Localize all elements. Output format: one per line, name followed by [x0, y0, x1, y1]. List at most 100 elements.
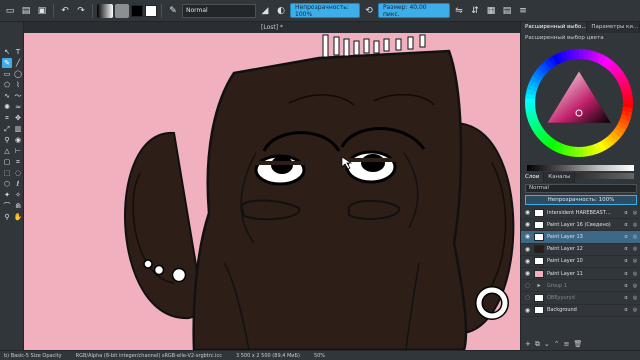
multibrush-icon[interactable]: ✺: [2, 102, 12, 112]
layer-row[interactable]: ◉ Paint Layer 12 α ◎: [521, 244, 640, 256]
layer-name[interactable]: Paint Layer 12: [547, 246, 620, 252]
layer-name[interactable]: Paint Layer 10: [547, 258, 620, 264]
gradient-tool-icon[interactable]: ▥: [13, 124, 23, 134]
hue-segment[interactable]: [574, 49, 580, 60]
magnetic-select-icon[interactable]: ⋒: [13, 201, 23, 211]
reference-tool-icon[interactable]: ▢: [2, 157, 12, 167]
duplicate-layer-icon[interactable]: ⧉: [535, 340, 540, 349]
mirror-vertical-icon[interactable]: ⇵: [468, 4, 482, 18]
layer-name[interactable]: OBEyyuryd: [547, 295, 620, 301]
opacity-slider[interactable]: Непрозрачность: 100%: [290, 3, 360, 18]
polyline-tool-icon[interactable]: ⌇: [13, 80, 23, 90]
layer-row[interactable]: ◉ Paint Layer 10 α ◎: [521, 256, 640, 268]
save-icon[interactable]: ▣: [35, 4, 49, 18]
layer-properties-icon[interactable]: ≡: [564, 340, 570, 348]
layer-name[interactable]: Paint Layer 13: [547, 234, 620, 240]
hue-segment[interactable]: [622, 98, 633, 104]
document-tab[interactable]: [Lost] *: [24, 22, 520, 33]
eye-icon[interactable]: ◉: [524, 307, 531, 314]
eye-icon[interactable]: ◉: [524, 246, 531, 253]
layer-name[interactable]: Background: [547, 307, 620, 313]
eye-icon[interactable]: ◉: [524, 258, 531, 265]
eye-closed-icon[interactable]: ○: [524, 294, 531, 301]
tab-layers[interactable]: Слои: [521, 172, 545, 183]
brush-preset-icon[interactable]: ✎: [166, 4, 180, 18]
layer-name[interactable]: Paint Layer 11: [547, 271, 620, 277]
ellipse-select-icon[interactable]: ◌: [13, 168, 23, 178]
lock-alpha-icon[interactable]: ◐: [274, 4, 288, 18]
layer-name[interactable]: Intersident HAREBEAST…: [547, 210, 620, 216]
layer-row[interactable]: ◉ Paint Layer 13 α ◎: [521, 231, 640, 244]
move-tool-icon[interactable]: ✥: [13, 113, 23, 123]
layer-row[interactable]: ◉ Paint Layer 11 α ◎: [521, 268, 640, 281]
eye-icon[interactable]: ◉: [524, 209, 531, 216]
zoom-tool-icon[interactable]: ⚲: [2, 212, 12, 222]
rect-select-icon[interactable]: ⬚: [2, 168, 12, 178]
wrap-around-icon[interactable]: ▤: [500, 4, 514, 18]
layer-name[interactable]: Group 1: [547, 283, 620, 289]
workspace-icon[interactable]: ▦: [484, 4, 498, 18]
measure-tool-icon[interactable]: ⊢: [13, 146, 23, 156]
mirror-horizontal-icon[interactable]: ⇋: [452, 4, 466, 18]
freehand-brush-icon[interactable]: ✎: [2, 58, 12, 68]
polygon-select-icon[interactable]: ⬡: [2, 179, 12, 189]
freehand-path-icon[interactable]: 〜: [13, 91, 23, 101]
eye-icon[interactable]: ◉: [524, 221, 531, 228]
color-picker-icon[interactable]: ⚲: [2, 135, 12, 145]
layer-row[interactable]: ◉ Paint Layer 16 (Сведено) α ◎: [521, 219, 640, 232]
saturation-triangle[interactable]: [546, 70, 612, 124]
layer-row[interactable]: ○ OBEyyuryd α ◎: [521, 292, 640, 305]
hue-segment[interactable]: [525, 102, 536, 108]
text-tool-icon[interactable]: T: [13, 47, 23, 57]
undo-icon[interactable]: ↶: [58, 4, 72, 18]
background-color-swatch[interactable]: [145, 4, 157, 17]
alpha-lock-icon[interactable]: α: [623, 283, 629, 289]
alpha-lock-icon[interactable]: α: [623, 271, 629, 277]
blend-mode-select[interactable]: Normal: [182, 3, 256, 18]
hue-segment[interactable]: [578, 146, 584, 157]
status-zoom[interactable]: 50%: [314, 353, 325, 359]
line-tool-icon[interactable]: ╱: [13, 58, 23, 68]
new-document-icon[interactable]: ▭: [3, 4, 17, 18]
eye-icon[interactable]: ◉: [524, 270, 531, 277]
layer-row[interactable]: ○ ▸ Group 1 α ◎: [521, 280, 640, 293]
pattern-icon[interactable]: [115, 3, 129, 18]
inherit-alpha-icon[interactable]: ◎: [632, 234, 638, 240]
crop-tool-icon[interactable]: ⌗: [2, 113, 12, 123]
rectangle-tool-icon[interactable]: ▭: [2, 69, 12, 79]
polygon-tool-icon[interactable]: ⬠: [2, 80, 12, 90]
alpha-lock-icon[interactable]: α: [623, 295, 629, 301]
bezier-tool-icon[interactable]: ∿: [2, 91, 12, 101]
gradient-icon[interactable]: [97, 3, 113, 18]
assistant-tool-icon[interactable]: △: [2, 146, 12, 156]
inherit-alpha-icon[interactable]: ◎: [632, 210, 638, 216]
grid-tool-icon[interactable]: ⌗: [13, 157, 23, 167]
transform-tool-icon[interactable]: ⤢: [2, 124, 12, 134]
layer-blend-select[interactable]: Normal: [525, 183, 637, 193]
inherit-alpha-icon[interactable]: ◎: [632, 258, 638, 264]
dynamic-brush-icon[interactable]: ≈: [13, 102, 23, 112]
alpha-lock-icon[interactable]: α: [623, 234, 629, 240]
inherit-alpha-icon[interactable]: ◎: [632, 307, 638, 313]
drawing-canvas[interactable]: [24, 33, 520, 350]
inherit-alpha-icon[interactable]: ◎: [632, 271, 638, 277]
similar-select-icon[interactable]: ✧: [13, 190, 23, 200]
inherit-alpha-icon[interactable]: ◎: [632, 246, 638, 252]
delete-layer-icon[interactable]: 🗑: [574, 340, 583, 348]
menu-icon[interactable]: ≡: [516, 4, 530, 18]
size-slider[interactable]: Размер: 40,00 пикс.: [378, 3, 450, 18]
inherit-alpha-icon[interactable]: ◎: [632, 295, 638, 301]
alpha-lock-icon[interactable]: α: [623, 307, 629, 313]
select-shape-icon[interactable]: ↖: [2, 47, 12, 57]
reset-icon[interactable]: ⟲: [362, 4, 376, 18]
hue-ring[interactable]: [521, 43, 640, 163]
inherit-alpha-icon[interactable]: ◎: [632, 283, 638, 289]
open-icon[interactable]: ▤: [19, 4, 33, 18]
contiguous-select-icon[interactable]: ✦: [2, 190, 12, 200]
eye-closed-icon[interactable]: ○: [524, 282, 531, 289]
layer-name[interactable]: Paint Layer 16 (Сведено): [547, 222, 620, 228]
add-layer-icon[interactable]: +: [525, 340, 531, 348]
alpha-lock-icon[interactable]: α: [623, 246, 629, 252]
color-gradient-bar[interactable]: [527, 165, 634, 171]
layer-opacity-slider[interactable]: Непрозрачность: 100%: [525, 195, 637, 205]
